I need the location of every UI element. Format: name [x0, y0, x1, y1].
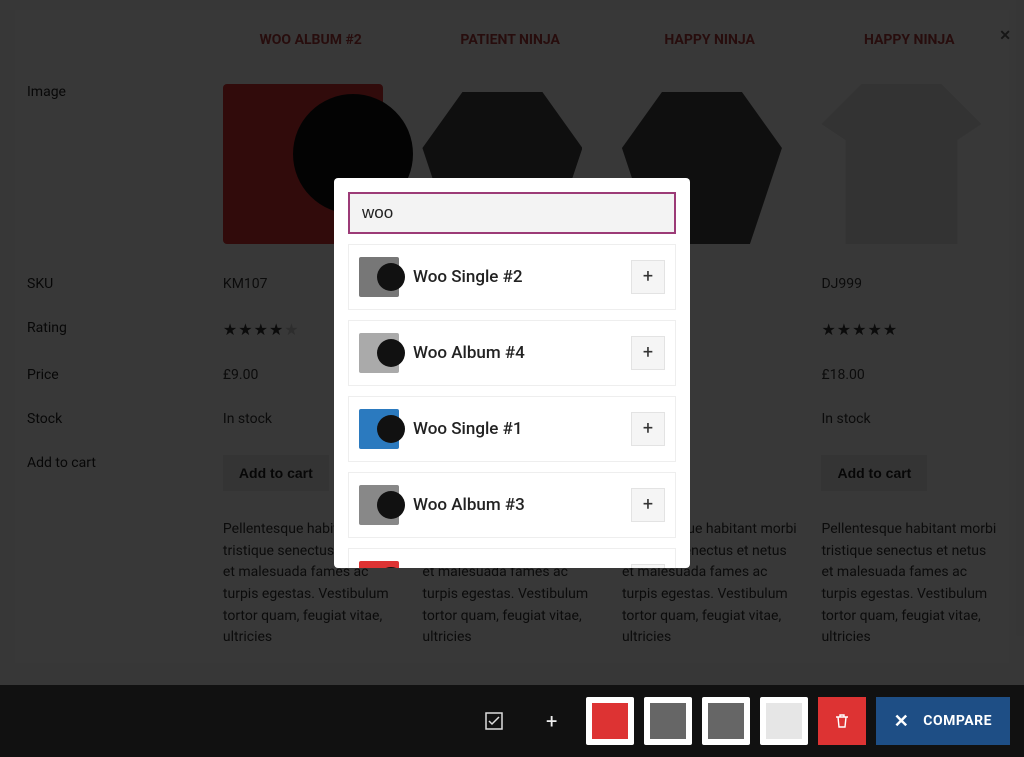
result-title-0: Woo Single #2 — [413, 267, 631, 287]
result-thumb-1 — [359, 333, 399, 373]
search-results: Woo Single #2 + Woo Album #4 + Woo Singl… — [348, 244, 676, 568]
result-title-2: Woo Single #1 — [413, 419, 631, 439]
add-result-button-0[interactable]: + — [631, 260, 665, 294]
compare-button[interactable]: ✕ COMPARE — [876, 697, 1010, 745]
result-thumb-3 — [359, 485, 399, 525]
compare-thumb-3[interactable] — [760, 697, 808, 745]
search-result-1[interactable]: Woo Album #4 + — [348, 320, 676, 386]
compare-thumb-0[interactable] — [586, 697, 634, 745]
add-result-button-4[interactable]: + — [631, 564, 665, 568]
close-compare-icon: ✕ — [894, 711, 910, 732]
search-result-4[interactable]: Woo Album #2 + — [348, 548, 676, 568]
add-icon[interactable]: + — [528, 697, 576, 745]
result-thumb-0 — [359, 257, 399, 297]
compare-button-label: COMPARE — [923, 713, 992, 729]
result-title-1: Woo Album #4 — [413, 343, 631, 363]
result-title-3: Woo Album #3 — [413, 495, 631, 515]
select-all-icon[interactable] — [470, 697, 518, 745]
add-result-button-2[interactable]: + — [631, 412, 665, 446]
result-thumb-2 — [359, 409, 399, 449]
search-result-3[interactable]: Woo Album #3 + — [348, 472, 676, 538]
search-result-0[interactable]: Woo Single #2 + — [348, 244, 676, 310]
compare-thumb-1[interactable] — [644, 697, 692, 745]
add-result-button-3[interactable]: + — [631, 488, 665, 522]
compare-thumb-2[interactable] — [702, 697, 750, 745]
search-result-2[interactable]: Woo Single #1 + — [348, 396, 676, 462]
close-icon[interactable]: ✕ — [686, 178, 690, 182]
trash-icon[interactable] — [818, 697, 866, 745]
search-input[interactable] — [348, 192, 676, 234]
compare-bottombar: + ✕ COMPARE — [0, 685, 1024, 757]
search-modal: ✕ Woo Single #2 + Woo Album #4 + Woo Sin… — [334, 178, 690, 568]
add-result-button-1[interactable]: + — [631, 336, 665, 370]
result-thumb-4 — [359, 561, 399, 568]
